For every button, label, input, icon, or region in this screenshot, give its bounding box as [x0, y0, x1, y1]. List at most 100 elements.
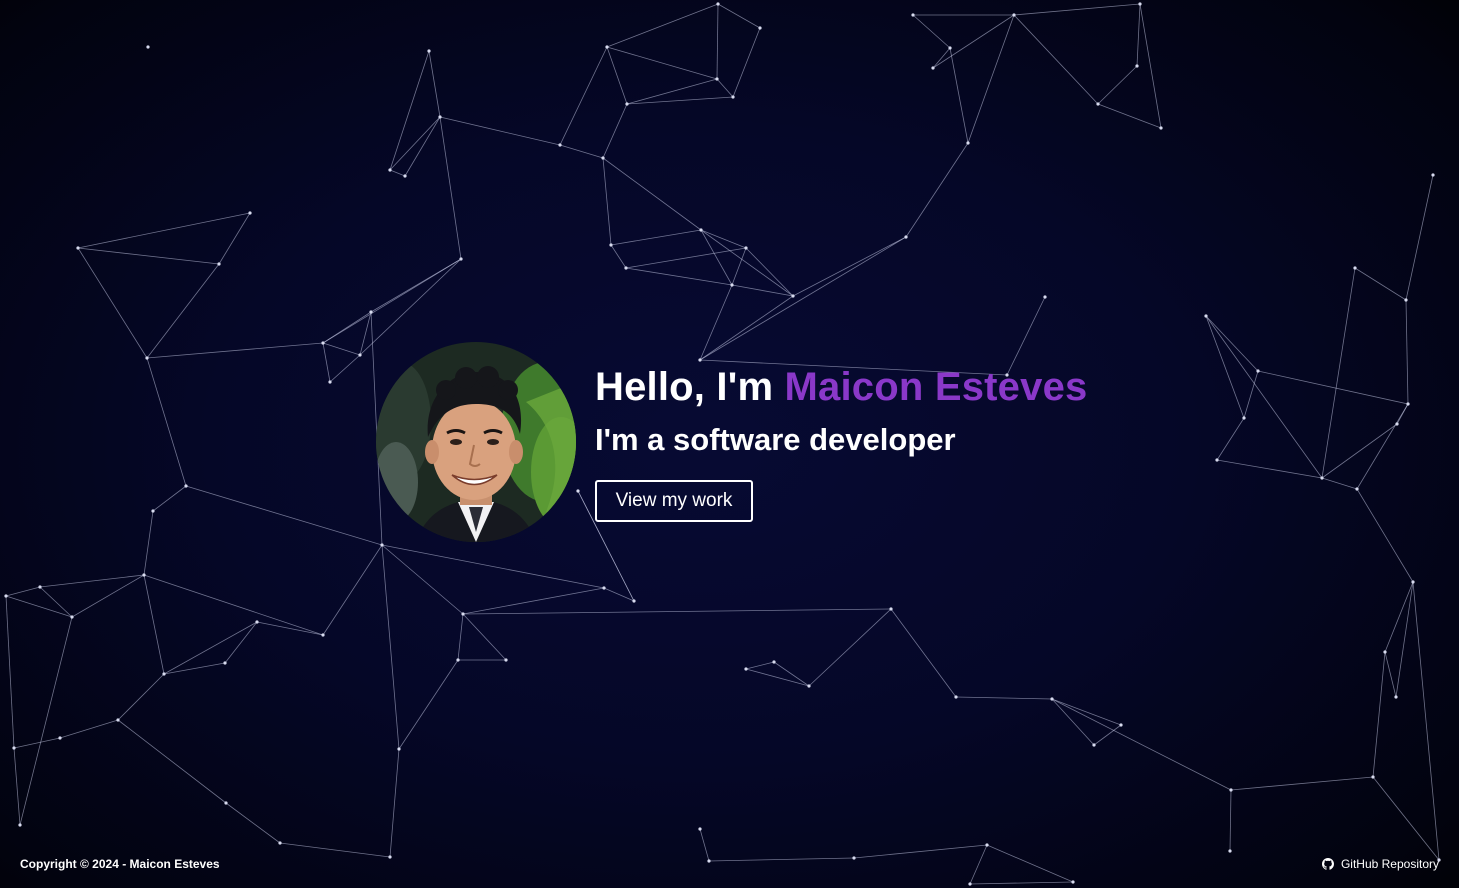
- network-node: [911, 13, 915, 17]
- network-node: [388, 168, 392, 172]
- network-line: [13, 737, 61, 749]
- network-node: [1371, 775, 1375, 779]
- network-node: [1043, 295, 1047, 299]
- network-line: [626, 96, 734, 105]
- network-node: [18, 823, 22, 827]
- network-line: [428, 50, 441, 118]
- network-line: [117, 673, 165, 721]
- network-line: [932, 47, 951, 69]
- network-node: [116, 718, 120, 722]
- network-node: [1411, 580, 1415, 584]
- network-node: [1135, 64, 1139, 68]
- network-line: [322, 342, 361, 356]
- network-line: [462, 608, 892, 615]
- network-node: [698, 827, 702, 831]
- network-line: [152, 485, 187, 512]
- network-line: [905, 142, 969, 238]
- network-node: [321, 341, 325, 345]
- network-line: [163, 621, 258, 675]
- network-node: [456, 658, 460, 662]
- network-node: [1395, 422, 1399, 426]
- network-node: [4, 594, 8, 598]
- network-node: [380, 543, 384, 547]
- network-line: [606, 46, 628, 105]
- network-node: [624, 266, 628, 270]
- network-node: [1383, 650, 1387, 654]
- network-line: [1321, 423, 1398, 479]
- network-node: [1394, 695, 1398, 699]
- network-line: [603, 587, 635, 602]
- github-repository-link[interactable]: GitHub Repository: [1321, 857, 1439, 871]
- network-node: [716, 2, 720, 6]
- network-node: [328, 380, 332, 384]
- network-line: [224, 621, 258, 664]
- network-line: [1051, 698, 1122, 726]
- network-line: [381, 544, 605, 589]
- network-line: [5, 586, 41, 597]
- hero-greeting: Hello, I'm Maicon Esteves: [595, 364, 1087, 410]
- network-line: [398, 659, 459, 750]
- network-node: [1256, 369, 1260, 373]
- network-line: [1372, 651, 1386, 778]
- network-line: [1229, 789, 1232, 852]
- network-line: [967, 14, 1015, 144]
- network-line: [146, 357, 187, 487]
- network-line: [389, 169, 406, 177]
- network-node: [948, 46, 952, 50]
- network-line: [949, 47, 969, 144]
- network-node: [184, 484, 188, 488]
- network-line: [1257, 370, 1409, 405]
- network-node: [358, 353, 362, 357]
- network-line: [389, 50, 430, 171]
- network-line: [1205, 315, 1323, 479]
- network-line: [1243, 370, 1259, 419]
- copyright-prefix: Copyright © 2024 -: [20, 857, 130, 871]
- network-line: [717, 3, 761, 29]
- network-node: [625, 102, 629, 106]
- network-node: [162, 672, 166, 676]
- network-line: [745, 668, 810, 687]
- network-node: [504, 658, 508, 662]
- network-node: [1092, 743, 1096, 747]
- network-node: [1242, 416, 1246, 420]
- network-line: [359, 258, 462, 356]
- network-line: [71, 574, 145, 618]
- network-node: [1119, 723, 1123, 727]
- network-line: [218, 212, 251, 265]
- network-line: [559, 144, 604, 159]
- network-node: [1138, 2, 1142, 6]
- network-line: [462, 587, 605, 615]
- network-node: [1229, 788, 1233, 792]
- network-node: [931, 66, 935, 70]
- network-node: [1355, 487, 1359, 491]
- network-node: [1215, 458, 1219, 462]
- hero-subtitle: I'm a software developer: [595, 422, 956, 457]
- network-line: [1216, 459, 1323, 479]
- network-line: [606, 46, 718, 80]
- network-line: [117, 719, 227, 804]
- network-line: [185, 485, 383, 546]
- network-node: [38, 585, 42, 589]
- network-line: [912, 14, 951, 49]
- network-line: [143, 510, 154, 576]
- network-node: [151, 509, 155, 513]
- network-node: [632, 599, 636, 603]
- network-node: [70, 615, 74, 619]
- network-node: [461, 612, 465, 616]
- network-line: [890, 608, 957, 698]
- network-node: [217, 262, 221, 266]
- network-line: [559, 46, 608, 146]
- hero-name: Maicon Esteves: [784, 365, 1088, 409]
- github-repository-label: GitHub Repository: [1340, 857, 1439, 871]
- hero-section: Hello, I'm Maicon Esteves I'm a software…: [376, 342, 1087, 542]
- network-node: [744, 246, 748, 250]
- network-line: [1321, 267, 1356, 479]
- copyright-name: Maicon Esteves: [129, 857, 220, 871]
- view-my-work-button[interactable]: View my work: [595, 480, 753, 522]
- network-line: [143, 574, 324, 636]
- network-node: [58, 736, 62, 740]
- network-line: [1356, 403, 1409, 490]
- network-line: [1372, 776, 1440, 861]
- network-node: [369, 310, 373, 314]
- network-line: [59, 719, 119, 739]
